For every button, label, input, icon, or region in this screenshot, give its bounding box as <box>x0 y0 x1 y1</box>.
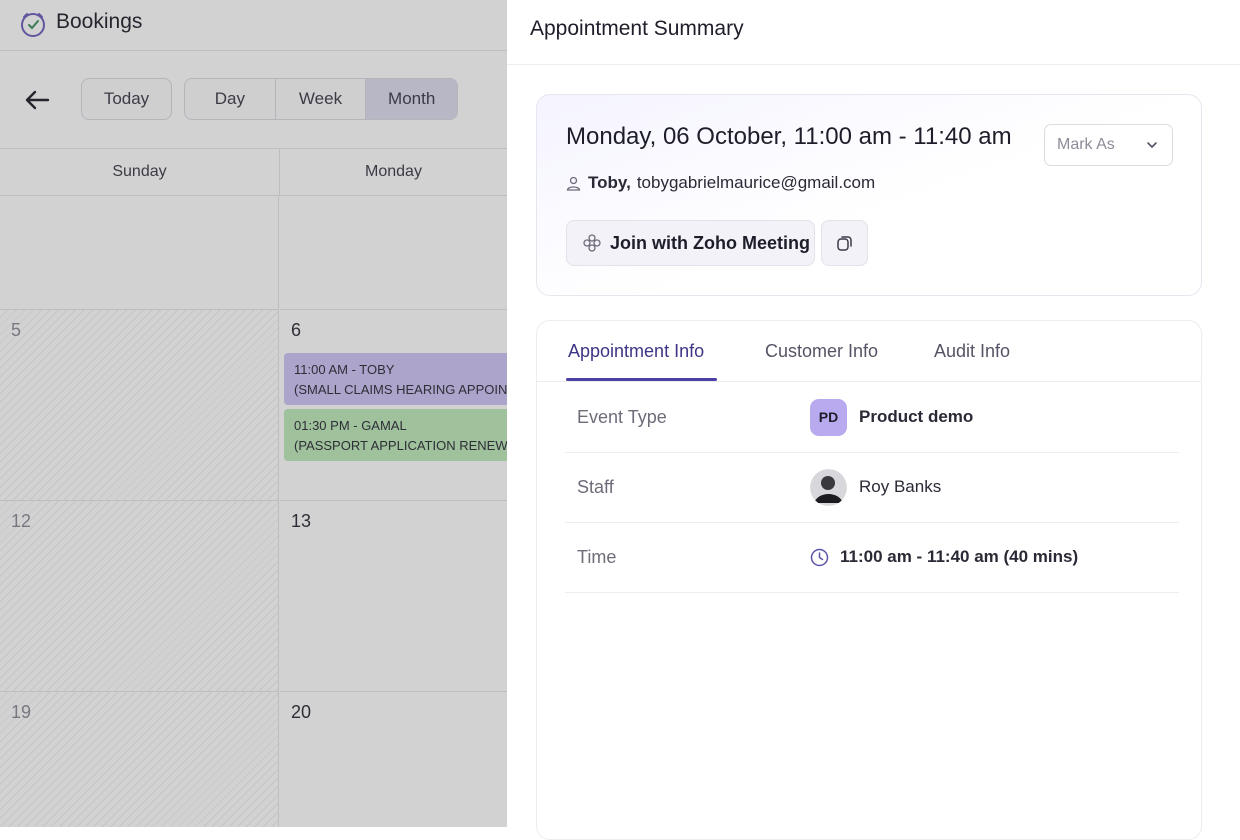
staff-avatar <box>810 468 847 506</box>
customer-name: Toby, <box>588 173 631 192</box>
tab-customer-info[interactable]: Customer Info <box>765 341 878 362</box>
modal-backdrop[interactable] <box>0 0 507 827</box>
clock-icon <box>810 548 829 566</box>
time-label: Time <box>577 547 617 567</box>
info-row-staff: Staff Roy Banks <box>565 452 1179 523</box>
copy-icon <box>836 236 852 251</box>
copy-link-button[interactable] <box>821 220 868 266</box>
customer-line: Toby, tobygabrielmaurice@gmail.com <box>566 173 875 193</box>
staff-name: Roy Banks <box>859 477 942 496</box>
info-row-event-type: Event Type PD Product demo <box>565 382 1179 453</box>
customer-email: tobygabrielmaurice@gmail.com <box>636 173 876 192</box>
summary-card: Monday, 06 October, 11:00 am - 11:40 am … <box>536 94 1202 296</box>
chevron-down-icon <box>1147 142 1157 148</box>
active-tab-indicator <box>566 378 717 381</box>
event-type-badge: PD <box>810 398 847 436</box>
event-type-label: Event Type <box>577 407 667 427</box>
info-row-time: Time 11:00 am - 11:40 am (40 mins) <box>565 522 1179 593</box>
event-type-value: Product demo <box>859 407 974 426</box>
time-value-wrap: 11:00 am - 11:40 am (40 mins) <box>810 522 1078 592</box>
person-icon <box>566 176 581 191</box>
join-zoho-meeting-button[interactable]: Join with Zoho Meeting <box>566 220 815 266</box>
join-label: Join with Zoho Meeting <box>610 232 810 253</box>
staff-label: Staff <box>577 477 614 497</box>
panel-title: Appointment Summary <box>530 17 744 40</box>
staff-value-wrap: Roy Banks <box>810 452 941 522</box>
tab-appointment-info[interactable]: Appointment Info <box>568 341 704 362</box>
event-type-value-wrap: PD Product demo <box>810 382 973 452</box>
time-value: 11:00 am - 11:40 am (40 mins) <box>840 547 1079 566</box>
zoho-meeting-icon <box>583 234 601 252</box>
appointment-summary-panel: Appointment Summary Monday, 06 October, … <box>507 0 1240 840</box>
panel-header: Appointment Summary <box>507 0 1240 65</box>
tab-audit-info[interactable]: Audit Info <box>934 341 1010 362</box>
info-tabs: Appointment Info Customer Info Audit Inf… <box>537 321 1201 382</box>
appointment-datetime: Monday, 06 October, 11:00 am - 11:40 am <box>566 123 1012 150</box>
mark-as-label: Mark As <box>1057 136 1115 153</box>
calendar-view: Bookings Today Day Week Month Sunday Mon… <box>0 0 507 827</box>
mark-as-dropdown[interactable]: Mark As <box>1044 124 1173 166</box>
info-card: Appointment Info Customer Info Audit Inf… <box>536 320 1202 840</box>
